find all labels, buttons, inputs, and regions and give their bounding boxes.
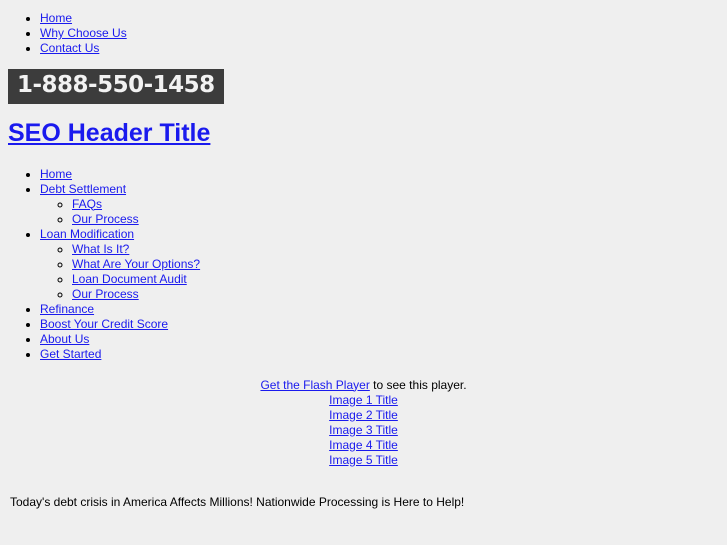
top-nav-item-home[interactable]: Home (40, 11, 72, 25)
top-nav-item-contact-us[interactable]: Contact Us (40, 41, 99, 55)
page-title: SEO Header Title (0, 104, 727, 148)
nav-item-loan-modification[interactable]: Loan Modification (40, 227, 134, 241)
list-item: Our Process (72, 212, 727, 227)
top-nav-item-why-choose-us[interactable]: Why Choose Us (40, 26, 127, 40)
list-item: Get Started (40, 347, 727, 362)
nav-item-loan-document-audit[interactable]: Loan Document Audit (72, 272, 187, 286)
list-item: Why Choose Us (40, 26, 727, 41)
nav-item-faqs[interactable]: FAQs (72, 197, 102, 211)
nav-item-what-are-your-options[interactable]: What Are Your Options? (72, 257, 200, 271)
image-title-link-5[interactable]: Image 5 Title (0, 453, 727, 468)
main-navigation: Home Debt Settlement FAQs Our Process Lo… (0, 148, 727, 362)
tagline-text: Today's debt crisis in America Affects M… (10, 495, 465, 509)
get-flash-player-link[interactable]: Get the Flash Player (260, 378, 369, 392)
list-item: Contact Us (40, 41, 727, 56)
list-item: What Are Your Options? (72, 257, 727, 272)
flash-player-fallback: Get the Flash Player to see this player.… (0, 362, 727, 468)
image-title-link-4[interactable]: Image 4 Title (0, 438, 727, 453)
nav-item-our-process-debt[interactable]: Our Process (72, 212, 139, 226)
list-item: Debt Settlement FAQs Our Process (40, 182, 727, 227)
list-item: Refinance (40, 302, 727, 317)
phone-banner-container: 1-888-550-1458 (0, 56, 727, 104)
nav-item-boost-your-credit-score[interactable]: Boost Your Credit Score (40, 317, 168, 331)
nav-item-our-process-loan[interactable]: Our Process (72, 287, 139, 301)
list-item: What Is It? (72, 242, 727, 257)
submenu-debt-settlement: FAQs Our Process (40, 197, 727, 227)
list-item: FAQs (72, 197, 727, 212)
image-title-link-3[interactable]: Image 3 Title (0, 423, 727, 438)
list-item: Our Process (72, 287, 727, 302)
image-title-link-2[interactable]: Image 2 Title (0, 408, 727, 423)
nav-item-get-started[interactable]: Get Started (40, 347, 101, 361)
phone-number-banner: 1-888-550-1458 (8, 69, 224, 104)
top-navigation: Home Why Choose Us Contact Us (0, 0, 727, 56)
flash-player-message: Get the Flash Player to see this player. (0, 378, 727, 393)
nav-item-about-us[interactable]: About Us (40, 332, 89, 346)
list-item: Home (40, 11, 727, 26)
nav-item-debt-settlement[interactable]: Debt Settlement (40, 182, 126, 196)
flash-player-message-suffix: to see this player. (369, 377, 467, 392)
seo-header-link[interactable]: SEO Header Title (8, 119, 210, 147)
nav-item-what-is-it[interactable]: What Is It? (72, 242, 129, 256)
list-item: Home (40, 167, 727, 182)
list-item: Loan Document Audit (72, 272, 727, 287)
nav-item-home[interactable]: Home (40, 167, 72, 181)
nav-item-refinance[interactable]: Refinance (40, 302, 94, 316)
list-item: Loan Modification What Is It? What Are Y… (40, 227, 727, 302)
image-title-link-1[interactable]: Image 1 Title (0, 393, 727, 408)
submenu-loan-modification: What Is It? What Are Your Options? Loan … (40, 242, 727, 302)
list-item: About Us (40, 332, 727, 347)
list-item: Boost Your Credit Score (40, 317, 727, 332)
